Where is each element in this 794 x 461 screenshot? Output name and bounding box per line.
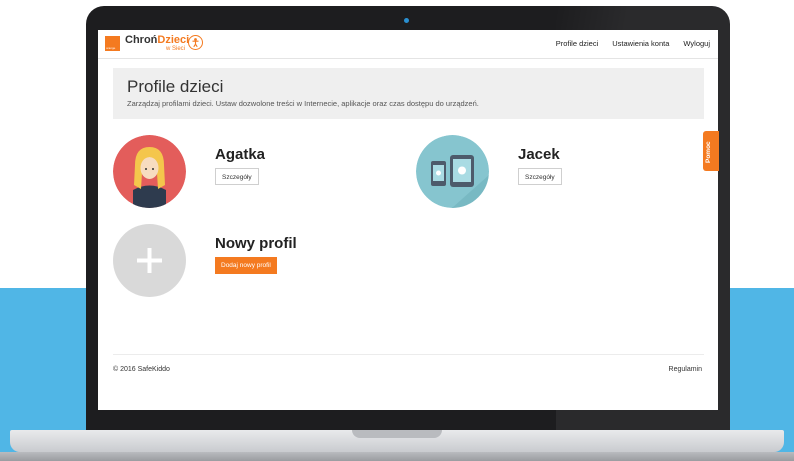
camera-icon: [404, 18, 409, 23]
girl-avatar-icon[interactable]: [113, 135, 186, 208]
brand-name-part1: Chroń: [125, 34, 158, 46]
page-header: Profile dzieci Zarządzaj profilami dziec…: [113, 68, 704, 119]
child-logo-icon: [188, 35, 203, 50]
devices-avatar-icon[interactable]: [416, 135, 489, 208]
details-button-agatka[interactable]: Szczegóły: [215, 168, 259, 185]
page-title: Profile dzieci: [127, 77, 224, 96]
top-navigation-bar: orange ChrońDzieci w Sieci Profile dziec…: [98, 30, 718, 59]
profile-name-jacek: Jacek: [518, 146, 560, 163]
footer-regulamin-link[interactable]: Regulamin: [669, 366, 702, 373]
nav-ustawienia-konta[interactable]: Ustawienia konta: [612, 39, 669, 48]
details-button-jacek[interactable]: Szczegóły: [518, 168, 562, 185]
main-nav: Profile dzieci Ustawienia konta Wyloguj: [556, 39, 710, 48]
brand-name-part2: Dzieci: [157, 34, 190, 46]
footer-copyright: © 2016 SafeKiddo: [113, 366, 170, 373]
help-tab[interactable]: Pomoc: [703, 131, 719, 171]
laptop-screen: orange ChrońDzieci w Sieci Profile dziec…: [98, 30, 718, 410]
nav-wyloguj[interactable]: Wyloguj: [683, 39, 710, 48]
plus-icon[interactable]: [113, 224, 186, 297]
page-subtitle: Zarządzaj profilami dzieci. Ustaw dozwol…: [127, 99, 479, 108]
brand-name[interactable]: ChrońDzieci: [125, 34, 189, 46]
new-profile-title: Nowy profil: [215, 235, 297, 252]
help-tab-label: Pomoc: [705, 141, 712, 163]
orange-logo-icon: orange: [105, 36, 120, 51]
nav-profile-dzieci[interactable]: Profile dzieci: [556, 39, 599, 48]
laptop-base-edge: [0, 452, 794, 461]
footer-divider: [113, 354, 704, 355]
brand-name-sub: w Sieci: [166, 46, 186, 52]
profile-name-agatka: Agatka: [215, 146, 266, 163]
orange-logo-text: orange: [106, 46, 116, 50]
add-new-profile-button[interactable]: Dodaj nowy profil: [215, 257, 277, 274]
laptop-notch: [352, 430, 442, 438]
